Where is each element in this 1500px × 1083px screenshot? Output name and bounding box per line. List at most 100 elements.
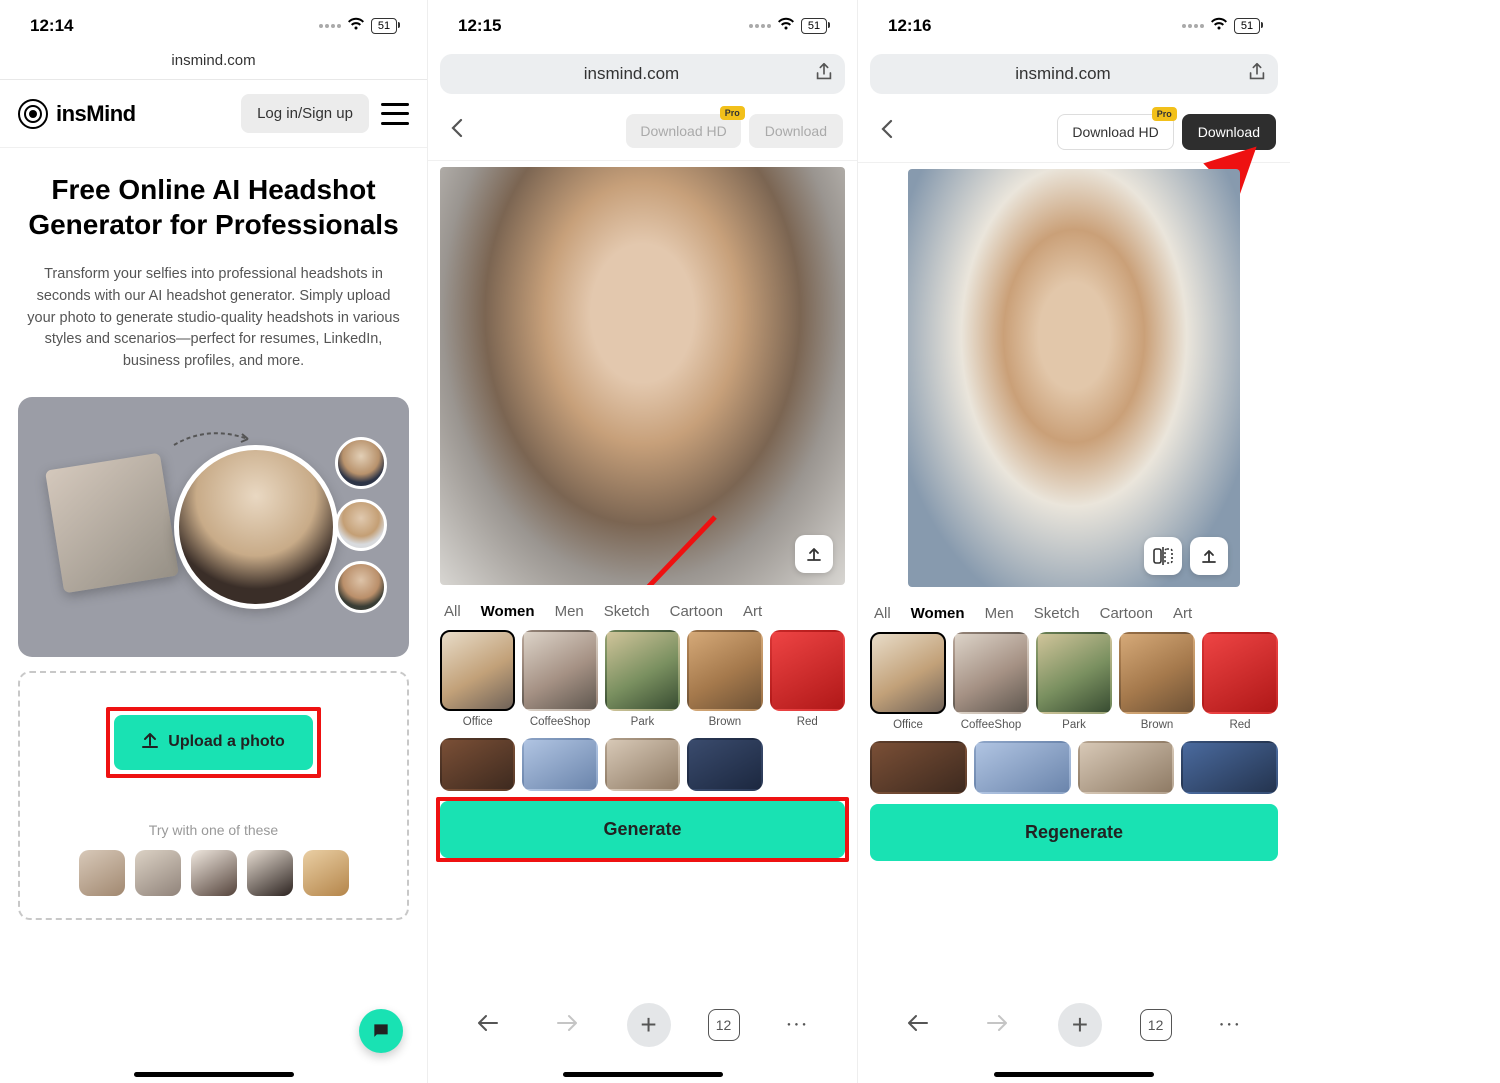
url-bar[interactable]: insmind.com xyxy=(440,54,845,94)
main-photo xyxy=(908,169,1240,587)
style-coffeeshop[interactable]: CoffeeShop xyxy=(522,630,597,728)
sample-photo[interactable] xyxy=(303,850,349,896)
menu-icon[interactable] xyxy=(381,103,409,125)
tabs-count-button[interactable]: 12 xyxy=(1140,1009,1172,1041)
share-icon[interactable] xyxy=(813,61,835,88)
style-office[interactable]: Office xyxy=(870,632,946,731)
chat-support-button[interactable] xyxy=(359,1009,403,1053)
style-item[interactable] xyxy=(605,738,680,791)
tab-sketch[interactable]: Sketch xyxy=(1034,605,1080,622)
style-brown[interactable]: Brown xyxy=(687,630,762,728)
tabs-count-button[interactable]: 12 xyxy=(708,1009,740,1041)
style-brown[interactable]: Brown xyxy=(1119,632,1195,731)
back-button[interactable] xyxy=(872,115,902,149)
upload-replace-button[interactable] xyxy=(795,535,833,573)
browser-forward-button[interactable] xyxy=(976,1003,1020,1047)
tab-all[interactable]: All xyxy=(444,603,461,620)
browser-toolbar: + 12 ●●● xyxy=(428,991,857,1059)
style-office[interactable]: Office xyxy=(440,630,515,728)
hero-title: Free Online AI Headshot Generator for Pr… xyxy=(18,172,409,242)
wifi-icon xyxy=(777,17,795,35)
pro-badge: Pro xyxy=(1152,107,1177,121)
style-item[interactable] xyxy=(440,738,515,791)
logo[interactable]: insMind xyxy=(18,99,136,129)
style-park[interactable]: Park xyxy=(1036,632,1112,731)
tab-men[interactable]: Men xyxy=(985,605,1014,622)
status-bar: 12:14 51 xyxy=(0,0,427,44)
status-bar: 12:15 51 xyxy=(428,0,857,44)
status-time: 12:16 xyxy=(888,16,931,36)
tab-art[interactable]: Art xyxy=(743,603,762,620)
style-item[interactable] xyxy=(1078,741,1175,794)
new-tab-button[interactable]: + xyxy=(627,1003,671,1047)
style-item[interactable] xyxy=(522,738,597,791)
new-tab-button[interactable]: + xyxy=(1058,1003,1102,1047)
style-item[interactable] xyxy=(870,741,967,794)
status-time: 12:15 xyxy=(458,16,501,36)
hero-description: Transform your selfies into professional… xyxy=(18,264,409,373)
back-button[interactable] xyxy=(442,114,472,148)
url-bar[interactable]: insmind.com xyxy=(870,54,1278,94)
url-bar[interactable]: insmind.com xyxy=(0,44,427,80)
download-button[interactable]: Download xyxy=(1182,114,1276,150)
tab-men[interactable]: Men xyxy=(555,603,584,620)
browser-more-button[interactable]: ●●● xyxy=(777,1003,821,1047)
login-signup-button[interactable]: Log in/Sign up xyxy=(241,94,369,133)
status-indicators: 51 xyxy=(1182,17,1260,35)
style-coffeeshop[interactable]: CoffeeShop xyxy=(953,632,1029,731)
status-indicators: 51 xyxy=(749,17,827,35)
battery-level: 51 xyxy=(801,18,827,34)
tab-sketch[interactable]: Sketch xyxy=(604,603,650,620)
browser-toolbar: + 12 ●●● xyxy=(858,991,1290,1059)
home-indicator xyxy=(134,1072,294,1077)
home-indicator xyxy=(994,1072,1154,1077)
regenerate-button[interactable]: Regenerate xyxy=(870,804,1278,861)
mini-headshot xyxy=(335,437,387,489)
browser-more-button[interactable]: ●●● xyxy=(1209,1003,1253,1047)
tab-art[interactable]: Art xyxy=(1173,605,1192,622)
home-indicator xyxy=(563,1072,723,1077)
upload-replace-button[interactable] xyxy=(1190,537,1228,575)
battery-level: 51 xyxy=(371,18,397,34)
status-bar: 12:16 51 xyxy=(858,0,1290,44)
preview-illustration xyxy=(18,397,409,657)
sample-photo[interactable] xyxy=(191,850,237,896)
upload-dropzone[interactable]: Upload a photo Try with one of these xyxy=(18,671,409,920)
tab-cartoon[interactable]: Cartoon xyxy=(1100,605,1153,622)
highlight-box xyxy=(436,797,849,862)
category-tabs: All Women Men Sketch Cartoon Art xyxy=(428,585,857,630)
browser-forward-button[interactable] xyxy=(546,1003,590,1047)
mini-headshot xyxy=(335,561,387,613)
main-photo xyxy=(440,167,845,585)
style-item[interactable] xyxy=(687,738,762,791)
sample-photo[interactable] xyxy=(247,850,293,896)
compare-button[interactable] xyxy=(1144,537,1182,575)
tab-all[interactable]: All xyxy=(874,605,891,622)
style-park[interactable]: Park xyxy=(605,630,680,728)
style-item[interactable] xyxy=(974,741,1071,794)
sample-photo[interactable] xyxy=(135,850,181,896)
style-red[interactable]: Red xyxy=(770,630,845,728)
share-icon[interactable] xyxy=(1246,61,1268,88)
tab-women[interactable]: Women xyxy=(911,605,965,622)
status-indicators: 51 xyxy=(319,17,397,35)
browser-back-button[interactable] xyxy=(465,1003,509,1047)
sample-photo[interactable] xyxy=(79,850,125,896)
sample-photos xyxy=(38,850,389,896)
logo-text: insMind xyxy=(56,101,136,127)
headshot-circle xyxy=(174,445,338,609)
wifi-icon xyxy=(347,17,365,35)
wifi-icon xyxy=(1210,17,1228,35)
browser-back-button[interactable] xyxy=(895,1003,939,1047)
category-tabs: All Women Men Sketch Cartoon Art xyxy=(858,587,1290,632)
tab-women[interactable]: Women xyxy=(481,603,535,620)
style-red[interactable]: Red xyxy=(1202,632,1278,731)
style-item[interactable] xyxy=(1181,741,1278,794)
download-button[interactable]: Download xyxy=(749,114,843,148)
download-hd-button[interactable]: Download HD Pro xyxy=(626,114,740,148)
highlight-box xyxy=(106,707,320,778)
pro-badge: Pro xyxy=(720,106,745,120)
mini-headshot xyxy=(335,499,387,551)
download-hd-button[interactable]: Download HD Pro xyxy=(1057,114,1173,150)
tab-cartoon[interactable]: Cartoon xyxy=(670,603,723,620)
